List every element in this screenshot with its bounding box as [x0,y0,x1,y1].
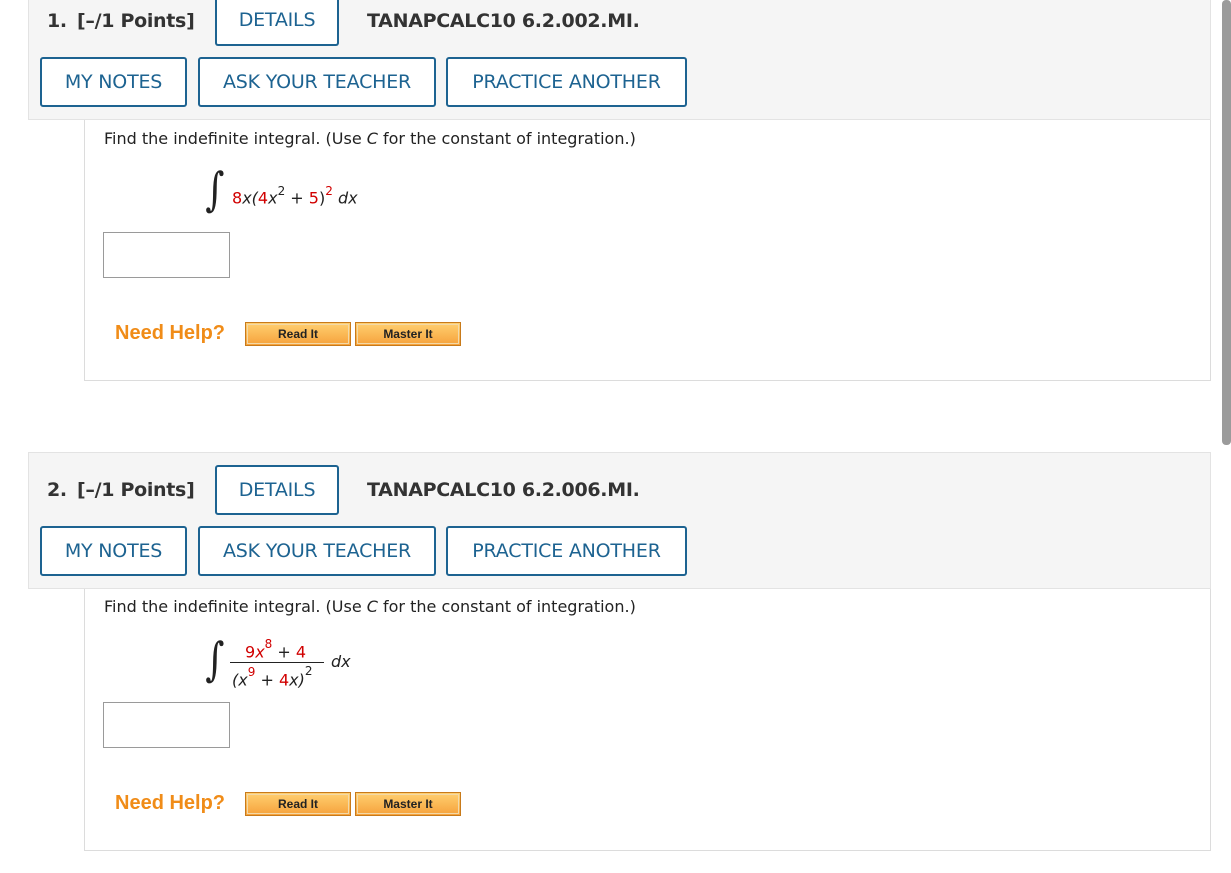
coefficient: 4 [257,188,269,208]
question-1-details-tab[interactable]: DETAILS [215,0,339,46]
instruction-text: Find the indefinite integral. (Use [104,129,367,148]
question-2-ask-teacher-button[interactable]: ASK YOUR TEACHER [198,526,436,576]
my-notes-label: MY NOTES [64,71,163,93]
practice-another-label: PRACTICE ANOTHER [472,540,661,562]
question-1-code: TANAPCALC10 6.2.002.MI. [367,10,640,32]
question-2-need-help: Need Help? [115,792,226,814]
differential: dx [331,652,351,671]
operator: + [285,188,309,208]
details-label: DETAILS [238,9,316,31]
question-1-master-it-button[interactable]: Master It [355,322,461,346]
differential: dx [332,188,358,208]
master-it-label: Master It [383,327,433,341]
question-1-need-help: Need Help? [115,322,226,344]
exponent: 2 [277,184,286,198]
ask-teacher-label: ASK YOUR TEACHER [222,71,412,93]
coefficient: 9 [245,642,256,662]
question-2-practice-another-button[interactable]: PRACTICE ANOTHER [446,526,687,576]
fraction-numerator: 9x8 + 4 [245,637,307,662]
question-1-answer-input[interactable] [103,232,230,278]
question-1-ask-teacher-button[interactable]: ASK YOUR TEACHER [198,57,436,107]
question-2-answer-input[interactable] [103,702,230,748]
integral-sign-icon: ∫ [205,162,225,216]
variable: x [255,642,265,662]
constant: 4 [295,642,307,662]
variable: (x [232,670,248,690]
question-2-master-it-button[interactable]: Master It [355,792,461,816]
exponent: 2 [304,664,313,678]
my-notes-label: MY NOTES [64,540,163,562]
ask-teacher-label: ASK YOUR TEACHER [222,540,412,562]
coefficient: 4 [278,670,290,690]
fraction-bar [230,662,324,663]
question-2-my-notes-button[interactable]: MY NOTES [40,526,187,576]
question-1-read-it-button[interactable]: Read It [245,322,351,346]
instruction-text: Find the indefinite integral. (Use [104,597,367,616]
question-1-integrand: 8x(4x2 + 5)2 dx [232,184,358,208]
instruction-constant: C [366,129,378,148]
instruction-constant: C [366,597,378,616]
variable: x [268,188,278,208]
question-2-read-it-button[interactable]: Read It [245,792,351,816]
coefficient: 8 [232,188,243,208]
read-it-label: Read It [277,797,318,811]
question-2-instruction: Find the indefinite integral. (Use C for… [104,597,636,616]
variable: x( [242,188,258,208]
instruction-text: for the constant of integration.) [377,129,636,148]
exponent: 9 [247,665,256,679]
scrollbar-thumb[interactable] [1222,0,1231,445]
question-2-details-tab[interactable]: DETAILS [215,465,339,515]
details-label: DETAILS [238,479,316,501]
question-1-number: 1. [47,10,67,32]
instruction-text: for the constant of integration.) [377,597,636,616]
question-2-code: TANAPCALC10 6.2.006.MI. [367,479,640,501]
question-2-fraction: 9x8 + 4 (x9 + 4x)2 [228,637,328,694]
operator: + [255,670,279,690]
practice-another-label: PRACTICE ANOTHER [472,71,661,93]
operator: + [272,642,296,662]
read-it-label: Read It [277,327,318,341]
constant: 5 [308,188,319,208]
master-it-label: Master It [383,797,433,811]
exponent: 8 [264,637,273,651]
exponent: 2 [325,184,333,198]
question-1-points: [–/1 Points] [77,10,195,32]
fraction-denominator: (x9 + 4x)2 [232,664,312,690]
question-2-number: 2. [47,479,67,501]
variable: x) [289,670,305,690]
question-1-my-notes-button[interactable]: MY NOTES [40,57,187,107]
integral-sign-icon: ∫ [205,632,225,686]
question-1-practice-another-button[interactable]: PRACTICE ANOTHER [446,57,687,107]
question-1-instruction: Find the indefinite integral. (Use C for… [104,129,636,148]
question-2-points: [–/1 Points] [77,479,195,501]
